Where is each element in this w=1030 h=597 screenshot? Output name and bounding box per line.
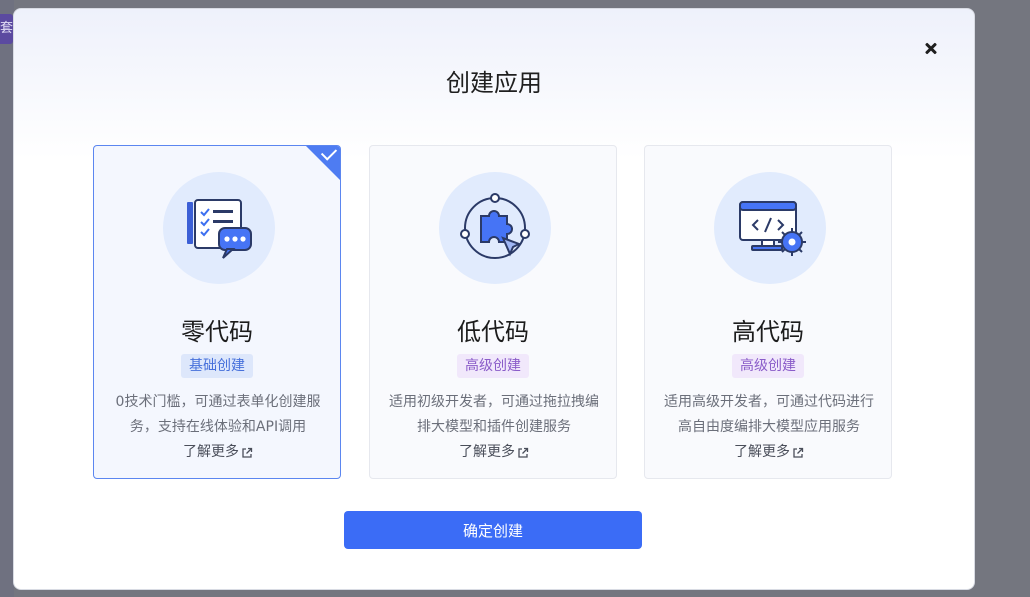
option-title: 高代码 [732,318,804,346]
option-description: 0技术门槛，可通过表单化创建服务，支持在线体验和API调用 了解更多 [110,390,326,465]
description-text: 适用初级开发者，可通过拖拉拽编排大模型和插件创建服务 [389,394,599,435]
form-chat-icon [163,172,275,284]
learn-more-label: 了解更多 [183,444,239,460]
background-strip [0,210,14,270]
learn-more-link[interactable]: 了解更多 [734,440,804,465]
learn-more-link[interactable]: 了解更多 [459,440,529,465]
option-title: 零代码 [181,318,253,346]
external-link-icon [518,447,529,458]
dialog-title: 创建应用 [446,69,542,97]
external-link-icon [793,447,804,458]
background-app [0,0,14,597]
confirm-create-button[interactable]: 确定创建 [344,511,642,549]
code-gear-icon [714,172,826,284]
option-description: 适用高级开发者，可通过代码进行高自由度编排大模型应用服务 了解更多 [661,390,877,465]
create-app-dialog: 创建应用 零代码 基础创建 0技术门槛，可通过表单化创建服务，支持在线体验和AP… [13,8,975,590]
external-link-icon [242,447,253,458]
description-text: 0技术门槛，可通过表单化创建服务，支持在线体验和API调用 [115,394,321,435]
option-badge: 高级创建 [732,354,804,378]
learn-more-link[interactable]: 了解更多 [183,440,253,465]
learn-more-label: 了解更多 [459,444,515,460]
description-text: 适用高级开发者，可通过代码进行高自由度编排大模型应用服务 [664,394,874,435]
option-high-code[interactable]: 高代码 高级创建 适用高级开发者，可通过代码进行高自由度编排大模型应用服务 了解… [644,145,892,479]
option-description: 适用初级开发者，可通过拖拉拽编排大模型和插件创建服务 了解更多 [386,390,602,465]
option-title: 低代码 [457,318,529,346]
puzzle-cursor-icon [439,172,551,284]
learn-more-label: 了解更多 [734,444,790,460]
option-badge: 高级创建 [457,354,529,378]
background-tag: 套 [0,14,13,44]
option-zero-code[interactable]: 零代码 基础创建 0技术门槛，可通过表单化创建服务，支持在线体验和API调用 了… [93,145,341,479]
close-icon[interactable] [920,37,942,59]
option-badge: 基础创建 [181,354,253,378]
option-low-code[interactable]: 低代码 高级创建 适用初级开发者，可通过拖拉拽编排大模型和插件创建服务 了解更多 [369,145,617,479]
